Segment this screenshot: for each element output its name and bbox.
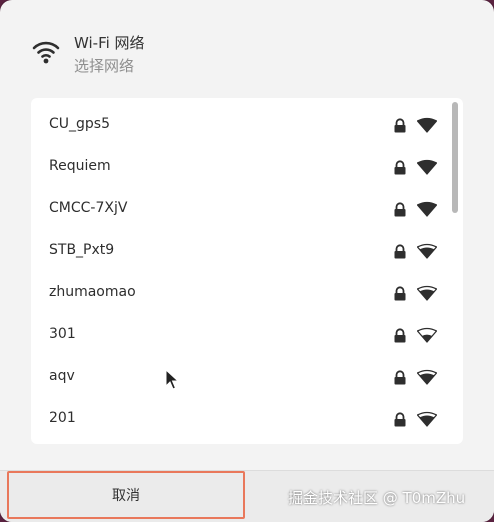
- network-name: CU_gps5: [49, 116, 110, 132]
- lock-icon: [394, 328, 406, 343]
- wifi-signal-icon: [417, 159, 437, 175]
- network-row[interactable]: CMCC-7XjV: [31, 188, 463, 230]
- lock-icon: [394, 160, 406, 175]
- network-name: 201: [49, 410, 76, 426]
- network-name: zhumaomao: [49, 284, 136, 300]
- network-name: 301: [49, 326, 76, 342]
- network-row[interactable]: Requiem: [31, 146, 463, 188]
- network-name: Requiem: [49, 158, 111, 174]
- lock-icon: [394, 118, 406, 133]
- network-row[interactable]: 301: [31, 314, 463, 356]
- network-list-scrollbar[interactable]: [452, 102, 458, 213]
- network-name: CMCC-7XjV: [49, 200, 128, 216]
- wifi-dialog: Wi-Fi 网络 选择网络 CU_gps5 Requiem CMCC-7XjV STB…: [0, 0, 494, 522]
- wifi-signal-icon: [417, 411, 437, 427]
- cancel-button[interactable]: 取消: [7, 471, 245, 519]
- dialog-footer: 取消 掘金技术社区 @ T0mZhu: [0, 470, 494, 522]
- lock-icon: [394, 202, 406, 217]
- lock-icon: [394, 412, 406, 427]
- wifi-signal-icon: [417, 285, 437, 301]
- network-row[interactable]: 201: [31, 398, 463, 440]
- wifi-signal-icon: [417, 117, 437, 133]
- mouse-cursor-icon: [165, 369, 179, 390]
- network-row[interactable]: STB_Pxt9: [31, 230, 463, 272]
- dialog-header: Wi-Fi 网络 选择网络: [31, 34, 145, 76]
- lock-icon: [394, 244, 406, 259]
- wifi-signal-icon: [417, 243, 437, 259]
- wifi-signal-icon: [417, 369, 437, 385]
- network-row[interactable]: zhumaomao: [31, 272, 463, 314]
- network-name: STB_Pxt9: [49, 242, 115, 258]
- network-list[interactable]: CU_gps5 Requiem CMCC-7XjV STB_Pxt9 zhumaomao…: [31, 98, 463, 444]
- lock-icon: [394, 286, 406, 301]
- dialog-title: Wi-Fi 网络: [74, 34, 145, 52]
- network-row[interactable]: CU_gps5: [31, 104, 463, 146]
- network-row[interactable]: aqv: [31, 356, 463, 398]
- lock-icon: [394, 370, 406, 385]
- watermark: 掘金技术社区 @ T0mZhu: [288, 489, 466, 507]
- wifi-icon: [32, 41, 60, 64]
- wifi-signal-icon: [417, 201, 437, 217]
- dialog-subtitle: 选择网络: [74, 57, 135, 75]
- network-name: aqv: [49, 368, 75, 384]
- wifi-signal-icon: [417, 327, 437, 343]
